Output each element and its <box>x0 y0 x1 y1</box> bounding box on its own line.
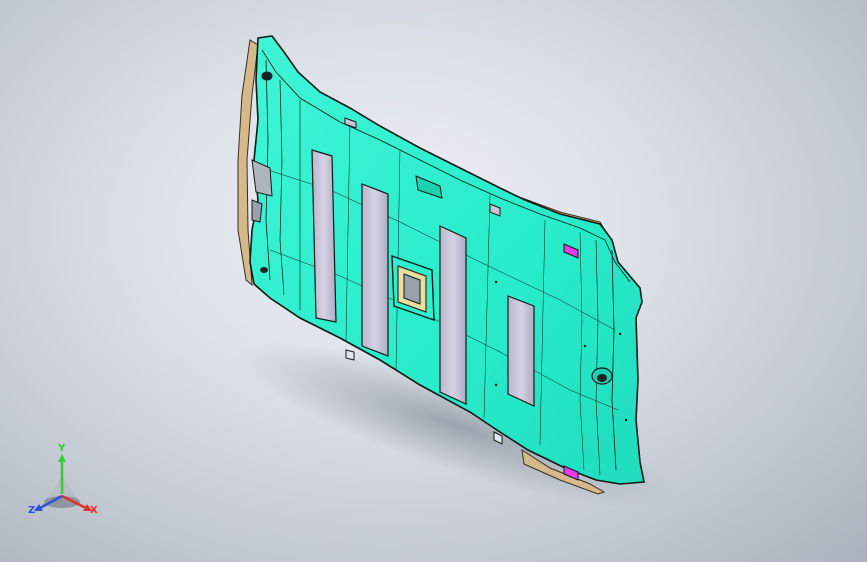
detail-dot-3 <box>583 344 587 348</box>
insert-panel-4 <box>507 295 535 407</box>
triad-z-label: Z <box>28 505 36 516</box>
detail-dot-1 <box>494 280 498 284</box>
triad-y-label: Y <box>58 443 66 454</box>
rear-grab-hole <box>597 374 607 382</box>
left-cutout-2 <box>251 199 263 223</box>
insert-panel-3 <box>439 225 467 405</box>
detail-dot-5 <box>624 418 628 422</box>
insert-panel-1 <box>311 149 337 323</box>
left-mount-hole-2 <box>260 267 268 273</box>
insert-panel-2 <box>361 183 389 357</box>
headliner-3d-model[interactable] <box>0 0 867 562</box>
graphics-viewport[interactable]: Y X Z <box>0 0 867 562</box>
bottom-clip-1 <box>345 349 355 361</box>
axis-triad: Y X Z <box>22 443 106 526</box>
detail-dot-4 <box>618 332 622 336</box>
detail-dot-2 <box>494 383 498 387</box>
left-mount-hole <box>261 71 273 81</box>
triad-x-label: X <box>90 505 98 516</box>
